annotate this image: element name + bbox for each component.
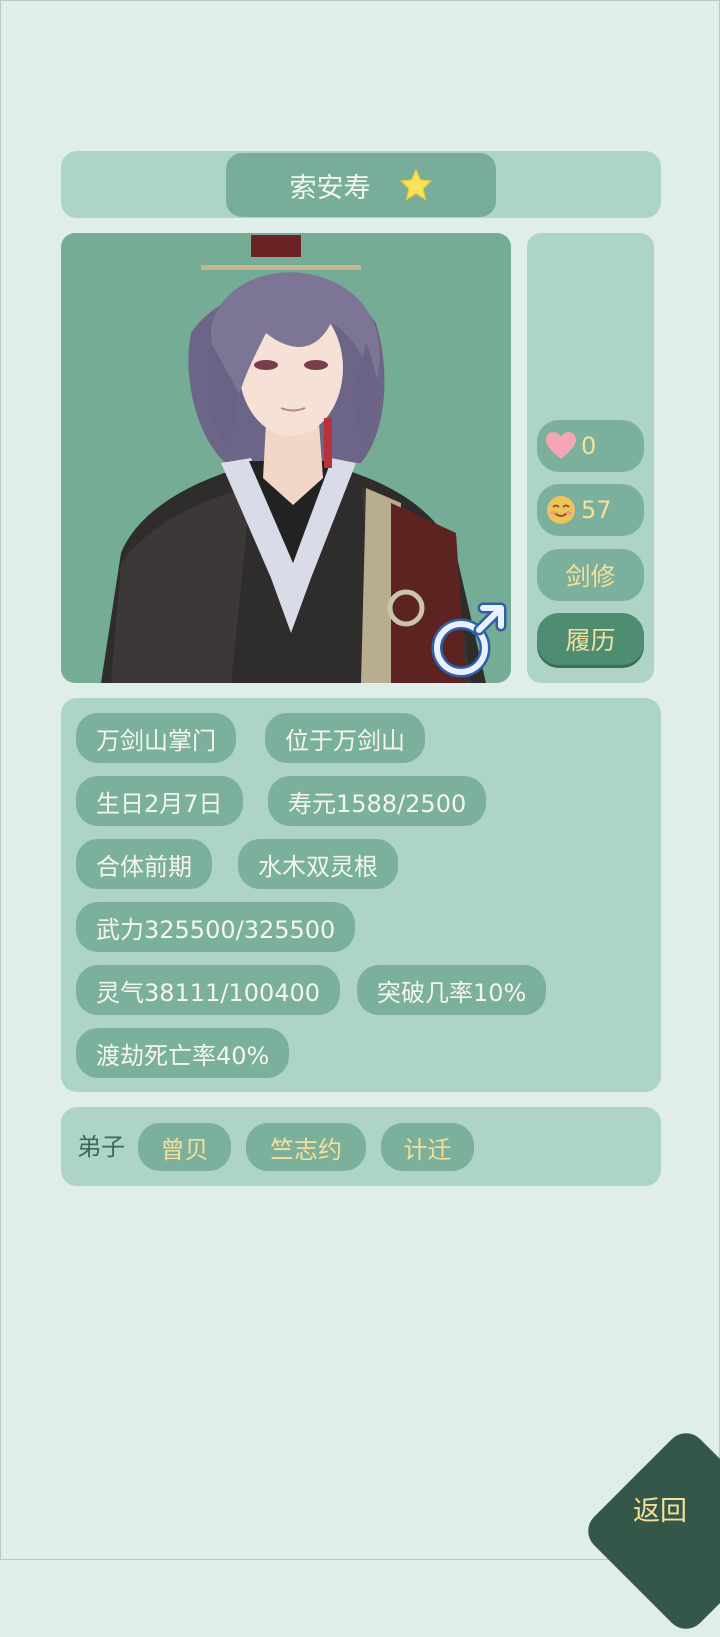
character-name-tab: 索安寿 <box>226 153 496 217</box>
affection-pill: 0 <box>537 420 644 472</box>
mood-face-icon <box>547 496 575 524</box>
star-icon[interactable] <box>399 168 433 202</box>
info-tag: 突破几率10% <box>357 965 547 1015</box>
info-tag: 武力325500/325500 <box>76 902 356 952</box>
disciples-label: 弟子 <box>77 1133 125 1161</box>
heart-icon <box>546 432 576 459</box>
info-tag: 万剑山掌门 <box>76 713 236 763</box>
back-button-label: 返回 <box>633 1496 687 1527</box>
info-tag: 合体前期 <box>76 839 212 889</box>
disciple-tag[interactable]: 曾贝 <box>138 1123 231 1171</box>
history-button-label: 履历 <box>565 626 616 655</box>
info-tag: 寿元1588/2500 <box>268 776 487 826</box>
info-tag: 位于万剑山 <box>265 713 425 763</box>
info-tag: 生日2月7日 <box>76 776 243 826</box>
disciple-tag[interactable]: 计迁 <box>381 1123 474 1171</box>
info-tag: 渡劫死亡率40% <box>76 1028 290 1078</box>
affection-value: 0 <box>581 432 597 460</box>
class-label: 剑修 <box>565 562 616 591</box>
character-illustration <box>101 235 507 683</box>
character-portrait <box>61 233 511 683</box>
mood-pill: 57 <box>537 484 644 536</box>
history-button[interactable]: 履历 <box>537 613 644 665</box>
back-button[interactable] <box>579 1424 720 1637</box>
info-tag: 灵气38111/100400 <box>76 965 341 1015</box>
info-tag: 水木双灵根 <box>238 839 398 889</box>
class-pill[interactable]: 剑修 <box>537 549 644 601</box>
disciple-tag[interactable]: 竺志约 <box>246 1123 366 1171</box>
character-name: 索安寿 <box>289 172 371 204</box>
mood-value: 57 <box>581 496 612 524</box>
